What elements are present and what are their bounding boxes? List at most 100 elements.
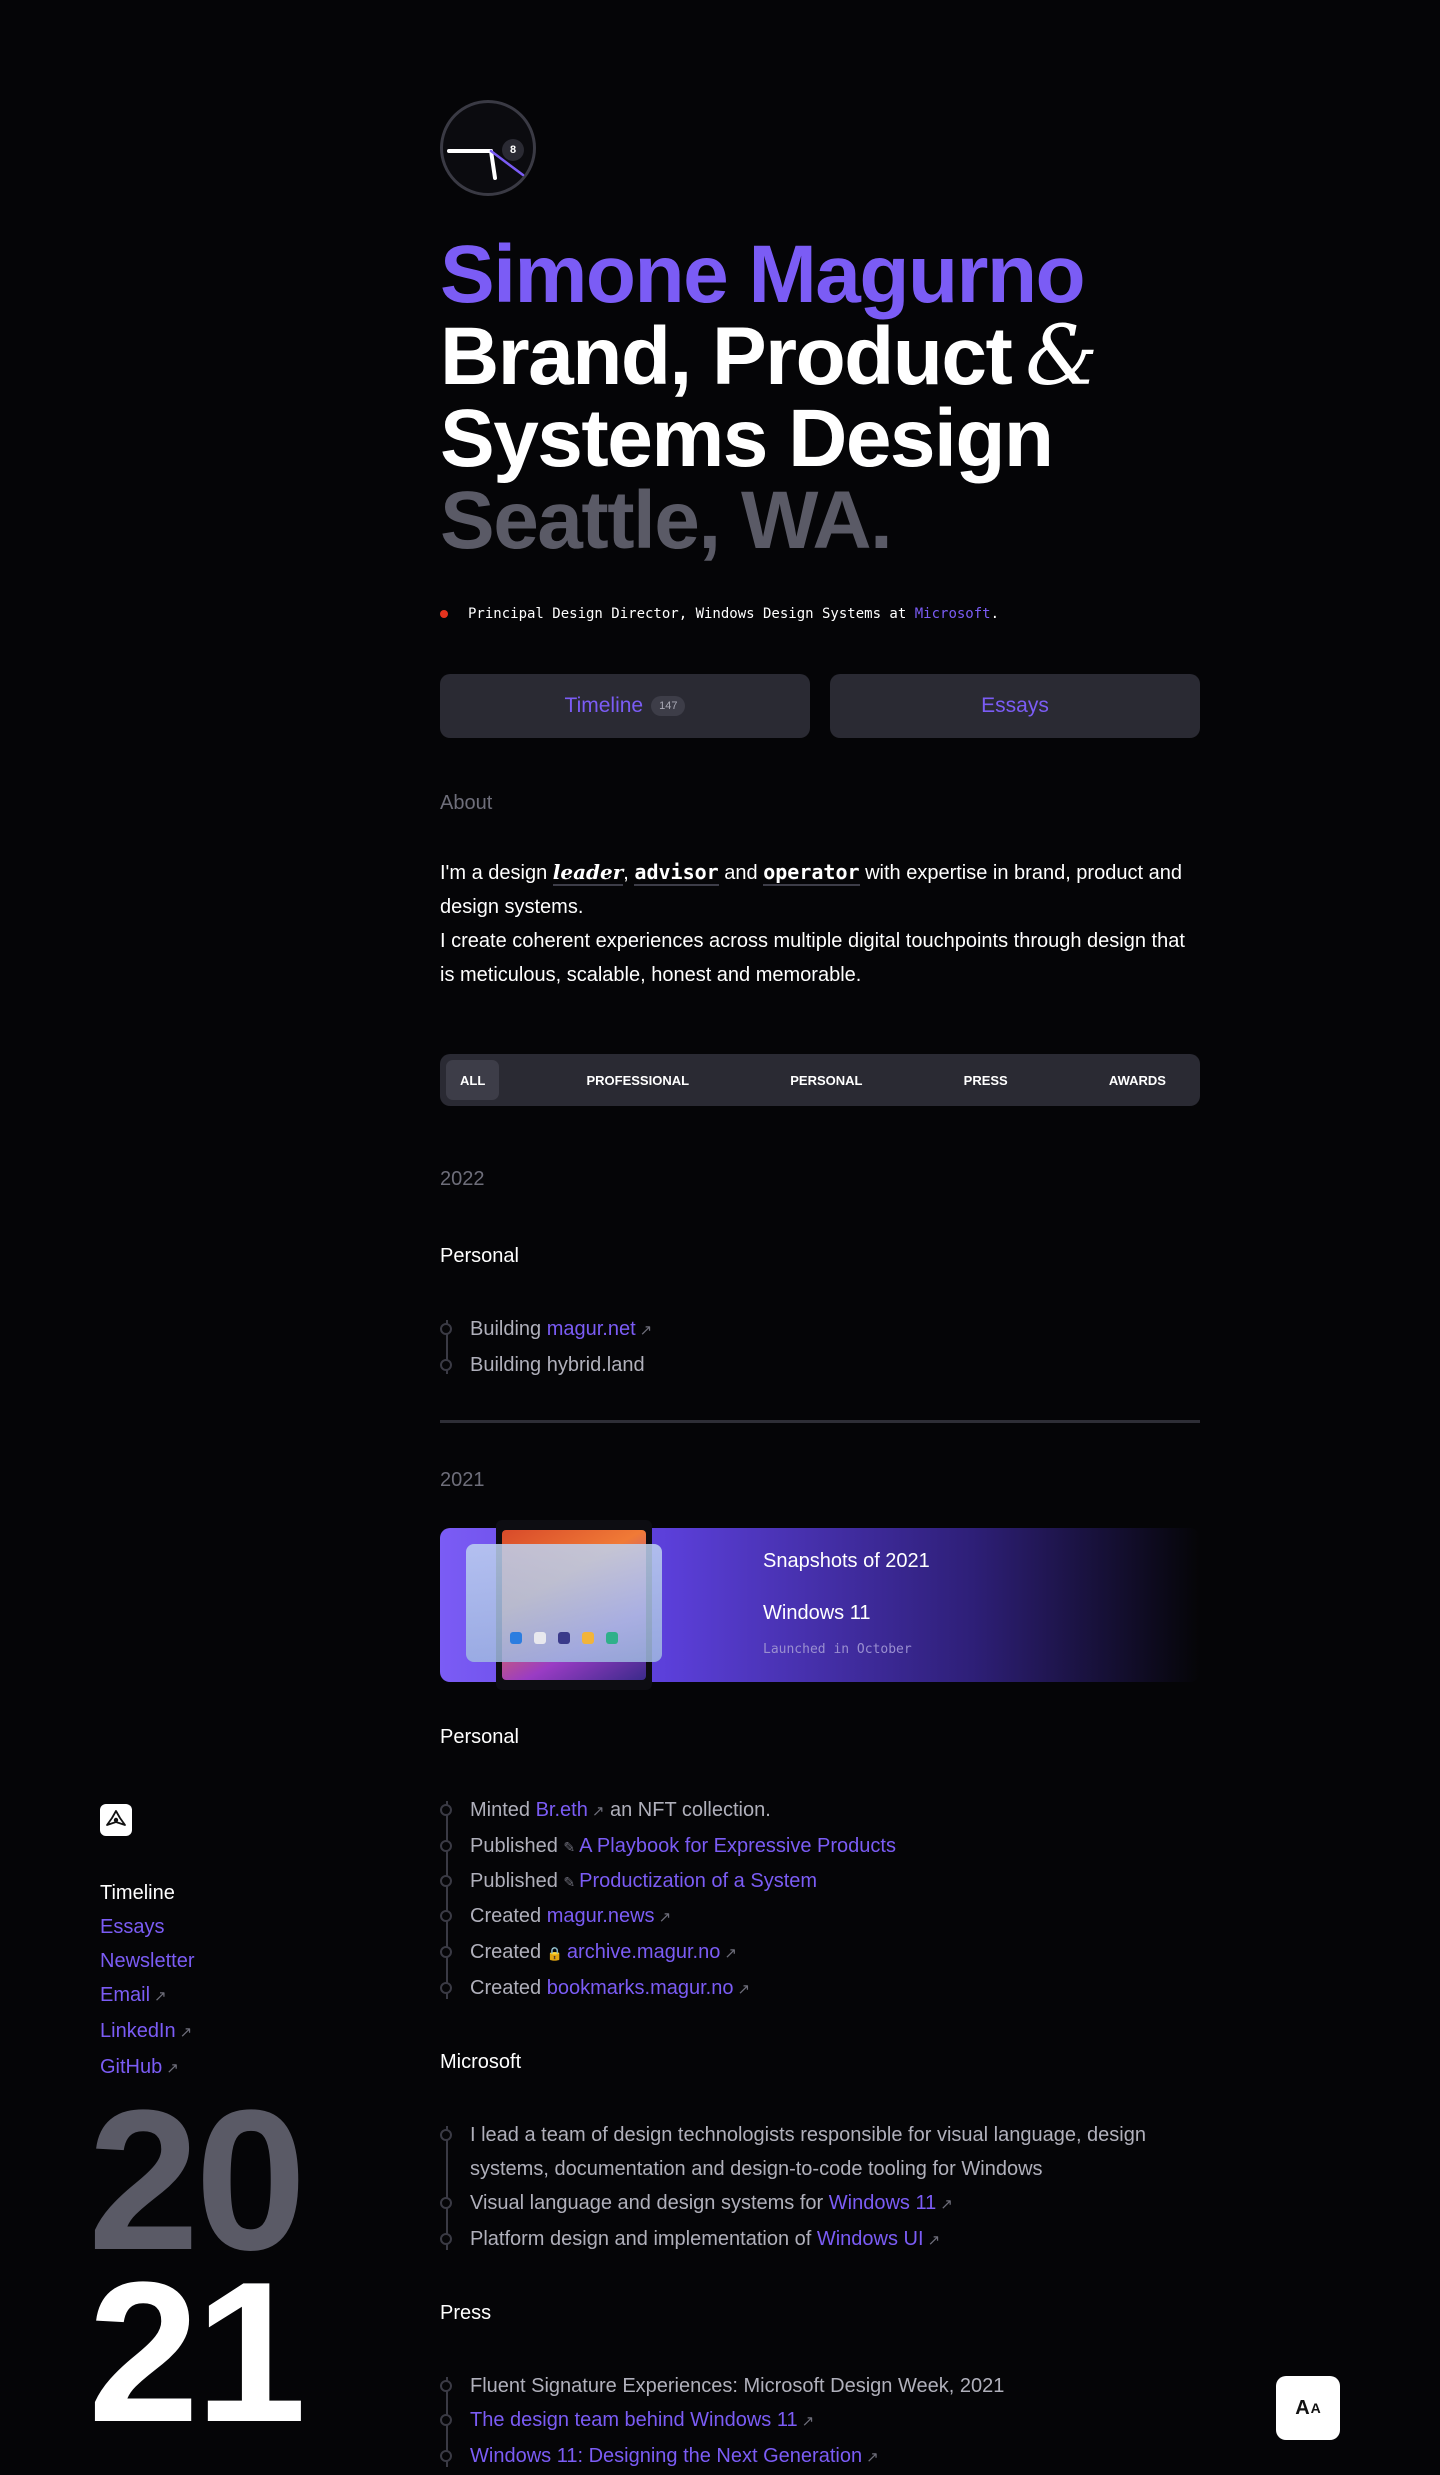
- section-microsoft-2021: Microsoft: [440, 2051, 522, 2073]
- entry-text: Platform design and implementation of: [470, 2228, 817, 2250]
- filter-personal[interactable]: PERSONAL: [776, 1060, 876, 1100]
- section-personal-2021: Personal: [440, 1726, 519, 1748]
- start-menu-image: [466, 1544, 662, 1662]
- tab-timeline-label: Timeline: [564, 694, 644, 717]
- windows-ui-link[interactable]: Windows UI: [817, 2228, 924, 2250]
- list-item: Visual language and design systems for W…: [440, 2186, 1200, 2222]
- app-icon: [606, 1632, 618, 1644]
- big-year-bottom: 21: [88, 2241, 306, 2464]
- hero-line-2: Brand, Product &: [440, 316, 1200, 398]
- playbook-essay-link[interactable]: A Playbook for Expressive Products: [579, 1835, 896, 1857]
- list-item: Published ✎ A Playbook for Expressive Pro…: [440, 1829, 1200, 1864]
- timeline-filters: ALL PROFESSIONAL PERSONAL PRESS AWARDS: [440, 1054, 1200, 1106]
- magur-news-link[interactable]: magur.news: [547, 1905, 655, 1927]
- timeline-node-icon: [440, 1875, 452, 1887]
- timeline-node-icon: [440, 2380, 452, 2392]
- bookmarks-link[interactable]: bookmarks.magur.no: [547, 1977, 734, 1999]
- hero-name: Simone Magurno: [440, 229, 1086, 320]
- entry-text: Created: [470, 1977, 547, 1999]
- microsoft-summary: I lead a team of design technologists re…: [470, 2124, 1146, 2180]
- list-item: Created magur.news ↗: [440, 1899, 1200, 1935]
- clock-avatar[interactable]: 8: [440, 100, 536, 196]
- list-item: Minted Br.eth ↗ an NFT collection.: [440, 1793, 1200, 1829]
- hero-line-2-text: Brand, Product: [440, 311, 1013, 402]
- main-column: 8 Simone Magurno Brand, Product & Systems…: [440, 100, 1200, 2475]
- entry-text: Created: [470, 1941, 547, 1963]
- timeline-node-icon: [440, 1323, 452, 1335]
- nav-essays[interactable]: Essays: [100, 1910, 194, 1944]
- timeline-node-icon: [440, 1840, 452, 1852]
- productization-essay-link[interactable]: Productization of a System: [579, 1870, 817, 1892]
- archive-link[interactable]: archive.magur.no: [567, 1941, 720, 1963]
- snapshot-caption: Launched in October: [763, 1642, 912, 1657]
- nav-linkedin[interactable]: LinkedIn ↗: [100, 2014, 194, 2050]
- windows-11-device-image: [466, 1520, 662, 1690]
- microsoft-link[interactable]: Microsoft: [915, 606, 991, 622]
- external-arrow-icon: ↗: [940, 2196, 953, 2213]
- snapshots-2021-card[interactable]: Snapshots of 2021 Windows 11 Launched in…: [440, 1520, 1200, 1690]
- list-item: Platform design and implementation of Wi…: [440, 2222, 1200, 2258]
- filter-press[interactable]: PRESS: [950, 1060, 1022, 1100]
- nav-linkedin-label: LinkedIn: [100, 2020, 176, 2042]
- section-personal-2022: Personal: [440, 1245, 519, 1267]
- breth-link[interactable]: Br.eth: [536, 1799, 588, 1821]
- list-item: Building magur.net ↗: [440, 1312, 1200, 1348]
- snapshot-title: Snapshots of 2021: [763, 1550, 930, 1572]
- app-icon: [510, 1632, 522, 1644]
- role-end: .: [990, 606, 1000, 622]
- timeline-node-icon: [440, 1982, 452, 1994]
- entry-text: Building: [470, 1318, 547, 1340]
- about-text: I'm a design leader, advisor and operato…: [440, 855, 1200, 992]
- about-text-part: ,: [623, 862, 635, 884]
- magur-net-link[interactable]: magur.net: [547, 1318, 636, 1340]
- windows-11-link[interactable]: Windows 11: [829, 2192, 936, 2214]
- tab-timeline[interactable]: Timeline 147: [440, 674, 810, 738]
- app-icon: [534, 1632, 546, 1644]
- nav-email[interactable]: Email ↗: [100, 1978, 194, 2014]
- snapshot-item: Windows 11: [763, 1602, 871, 1624]
- highlight-leader[interactable]: leader: [552, 860, 624, 886]
- logo-icon: [106, 1810, 126, 1826]
- about-paragraph-2: I create coherent experiences across mul…: [440, 930, 1185, 986]
- section-tabs: Timeline 147 Essays: [440, 674, 1200, 738]
- entry-text: Created: [470, 1905, 547, 1927]
- year-divider: [440, 1420, 1200, 1423]
- sidebar-nav: Timeline Essays Newsletter Email ↗ Linked…: [100, 1876, 194, 2086]
- timeline-node-icon: [440, 2414, 452, 2426]
- timeline-rail: [446, 1801, 448, 1999]
- highlight-operator[interactable]: operator: [763, 860, 860, 886]
- external-arrow-icon: ↗: [737, 1981, 751, 1998]
- filter-all[interactable]: ALL: [446, 1060, 500, 1100]
- list-item: Windows 11: Designing the Next Generatio…: [440, 2439, 1200, 2475]
- design-team-article-link[interactable]: The design team behind Windows 11: [470, 2409, 798, 2431]
- lock-icon: 🔒: [546, 1946, 563, 1961]
- nav-timeline[interactable]: Timeline: [100, 1876, 194, 1910]
- next-generation-article-link[interactable]: Windows 11: Designing the Next Generatio…: [470, 2445, 862, 2467]
- list-item: I lead a team of design technologists re…: [440, 2118, 1200, 2186]
- filter-awards[interactable]: AWARDS: [1095, 1060, 1180, 1100]
- year-2021-heading: 2021: [440, 1469, 485, 1491]
- timeline-count-badge: 147: [651, 696, 686, 716]
- about-text-part: I'm a design: [440, 862, 553, 884]
- entries-press-2021: Fluent Signature Experiences: Microsoft …: [440, 2369, 1200, 2475]
- highlight-advisor[interactable]: advisor: [634, 860, 719, 886]
- role-text: Principal Design Director, Windows Desig…: [468, 606, 915, 622]
- filter-professional[interactable]: PROFESSIONAL: [572, 1060, 703, 1100]
- tab-essays-label: Essays: [981, 694, 1049, 717]
- app-icon: [582, 1632, 594, 1644]
- app-icon: [558, 1632, 570, 1644]
- entries-personal-2021: Minted Br.eth ↗ an NFT collection. Publis…: [440, 1793, 1200, 2007]
- tab-essays[interactable]: Essays: [830, 674, 1200, 738]
- hero-heading: Simone Magurno Brand, Product & Systems D…: [440, 234, 1200, 562]
- font-size-toggle-button[interactable]: AA: [1276, 2376, 1340, 2440]
- external-arrow-icon: ↗: [179, 2024, 193, 2041]
- pen-icon: ✎: [563, 1839, 576, 1855]
- timeline-node-icon: [440, 2450, 452, 2462]
- nav-newsletter[interactable]: Newsletter: [100, 1944, 194, 1978]
- role-line: Principal Design Director, Windows Desig…: [440, 606, 1200, 622]
- list-item: Building hybrid.land: [440, 1348, 1200, 1382]
- font-toggle-big: A: [1295, 2396, 1310, 2419]
- site-logo[interactable]: [100, 1804, 132, 1836]
- entry-text: Minted: [470, 1799, 536, 1821]
- timeline-node-icon: [440, 1804, 452, 1816]
